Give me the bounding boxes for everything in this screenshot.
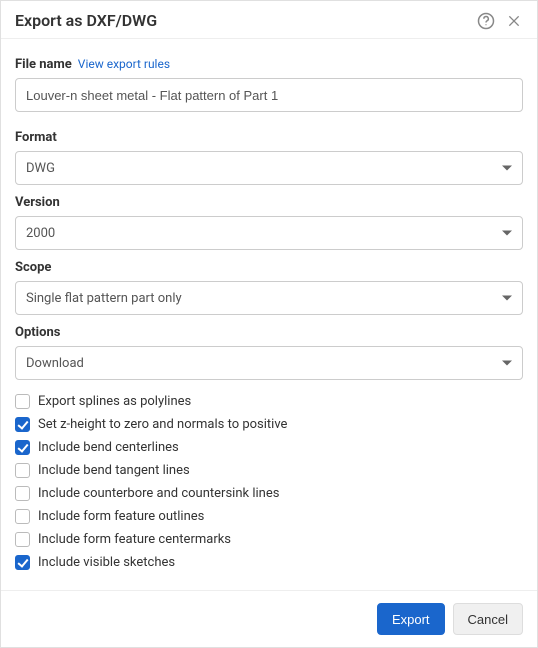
checkbox[interactable] — [15, 394, 30, 409]
checkbox-label[interactable]: Set z-height to zero and normals to posi… — [38, 417, 287, 432]
options-select[interactable]: Download — [15, 346, 523, 380]
format-select[interactable]: DWG — [15, 151, 523, 185]
view-export-rules-link[interactable]: View export rules — [78, 57, 170, 71]
dialog-header: Export as DXF/DWG — [1, 1, 537, 39]
dialog-body: File name View export rules Format DWG V… — [1, 39, 537, 590]
file-name-input[interactable] — [15, 78, 523, 112]
checkbox-row: Include bend tangent lines — [15, 459, 523, 482]
checkbox[interactable] — [15, 555, 30, 570]
checkbox[interactable] — [15, 417, 30, 432]
checkbox-label[interactable]: Include counterbore and countersink line… — [38, 486, 279, 501]
checkbox[interactable] — [15, 532, 30, 547]
export-dialog: Export as DXF/DWG File name View export … — [0, 0, 538, 648]
checkbox-label[interactable]: Include form feature centermarks — [38, 532, 231, 547]
dialog-title: Export as DXF/DWG — [15, 11, 477, 30]
options-label: Options — [15, 325, 523, 340]
scope-select[interactable]: Single flat pattern part only — [15, 281, 523, 315]
dialog-footer: Export Cancel — [1, 590, 537, 647]
checkbox-label[interactable]: Export splines as polylines — [38, 394, 191, 409]
scope-value: Single flat pattern part only — [26, 291, 182, 306]
header-icons — [477, 12, 523, 30]
checkbox-label[interactable]: Include visible sketches — [38, 555, 175, 570]
format-value: DWG — [26, 161, 55, 176]
version-label: Version — [15, 195, 523, 210]
checkbox-row: Include bend centerlines — [15, 436, 523, 459]
checkbox-row: Include visible sketches — [15, 551, 523, 574]
checkbox-row: Export splines as polylines — [15, 390, 523, 413]
checkbox-label[interactable]: Include form feature outlines — [38, 509, 204, 524]
help-icon[interactable] — [477, 12, 495, 30]
close-icon[interactable] — [505, 12, 523, 30]
format-label: Format — [15, 130, 523, 145]
checkbox-row: Include counterbore and countersink line… — [15, 482, 523, 505]
scope-label: Scope — [15, 260, 523, 275]
version-select[interactable]: 2000 — [15, 216, 523, 250]
checkbox-row: Include form feature outlines — [15, 505, 523, 528]
checkbox-label[interactable]: Include bend tangent lines — [38, 463, 190, 478]
options-value: Download — [26, 356, 84, 371]
checkbox[interactable] — [15, 463, 30, 478]
file-name-label: File name View export rules — [15, 57, 523, 72]
file-name-label-text: File name — [15, 57, 72, 72]
checkbox-row: Set z-height to zero and normals to posi… — [15, 413, 523, 436]
checkbox-label[interactable]: Include bend centerlines — [38, 440, 179, 455]
version-value: 2000 — [26, 226, 55, 241]
export-button[interactable]: Export — [377, 603, 445, 635]
checkbox-group: Export splines as polylines Set z-height … — [15, 390, 523, 574]
checkbox[interactable] — [15, 440, 30, 455]
checkbox[interactable] — [15, 509, 30, 524]
cancel-button[interactable]: Cancel — [453, 603, 523, 635]
checkbox[interactable] — [15, 486, 30, 501]
checkbox-row: Include form feature centermarks — [15, 528, 523, 551]
